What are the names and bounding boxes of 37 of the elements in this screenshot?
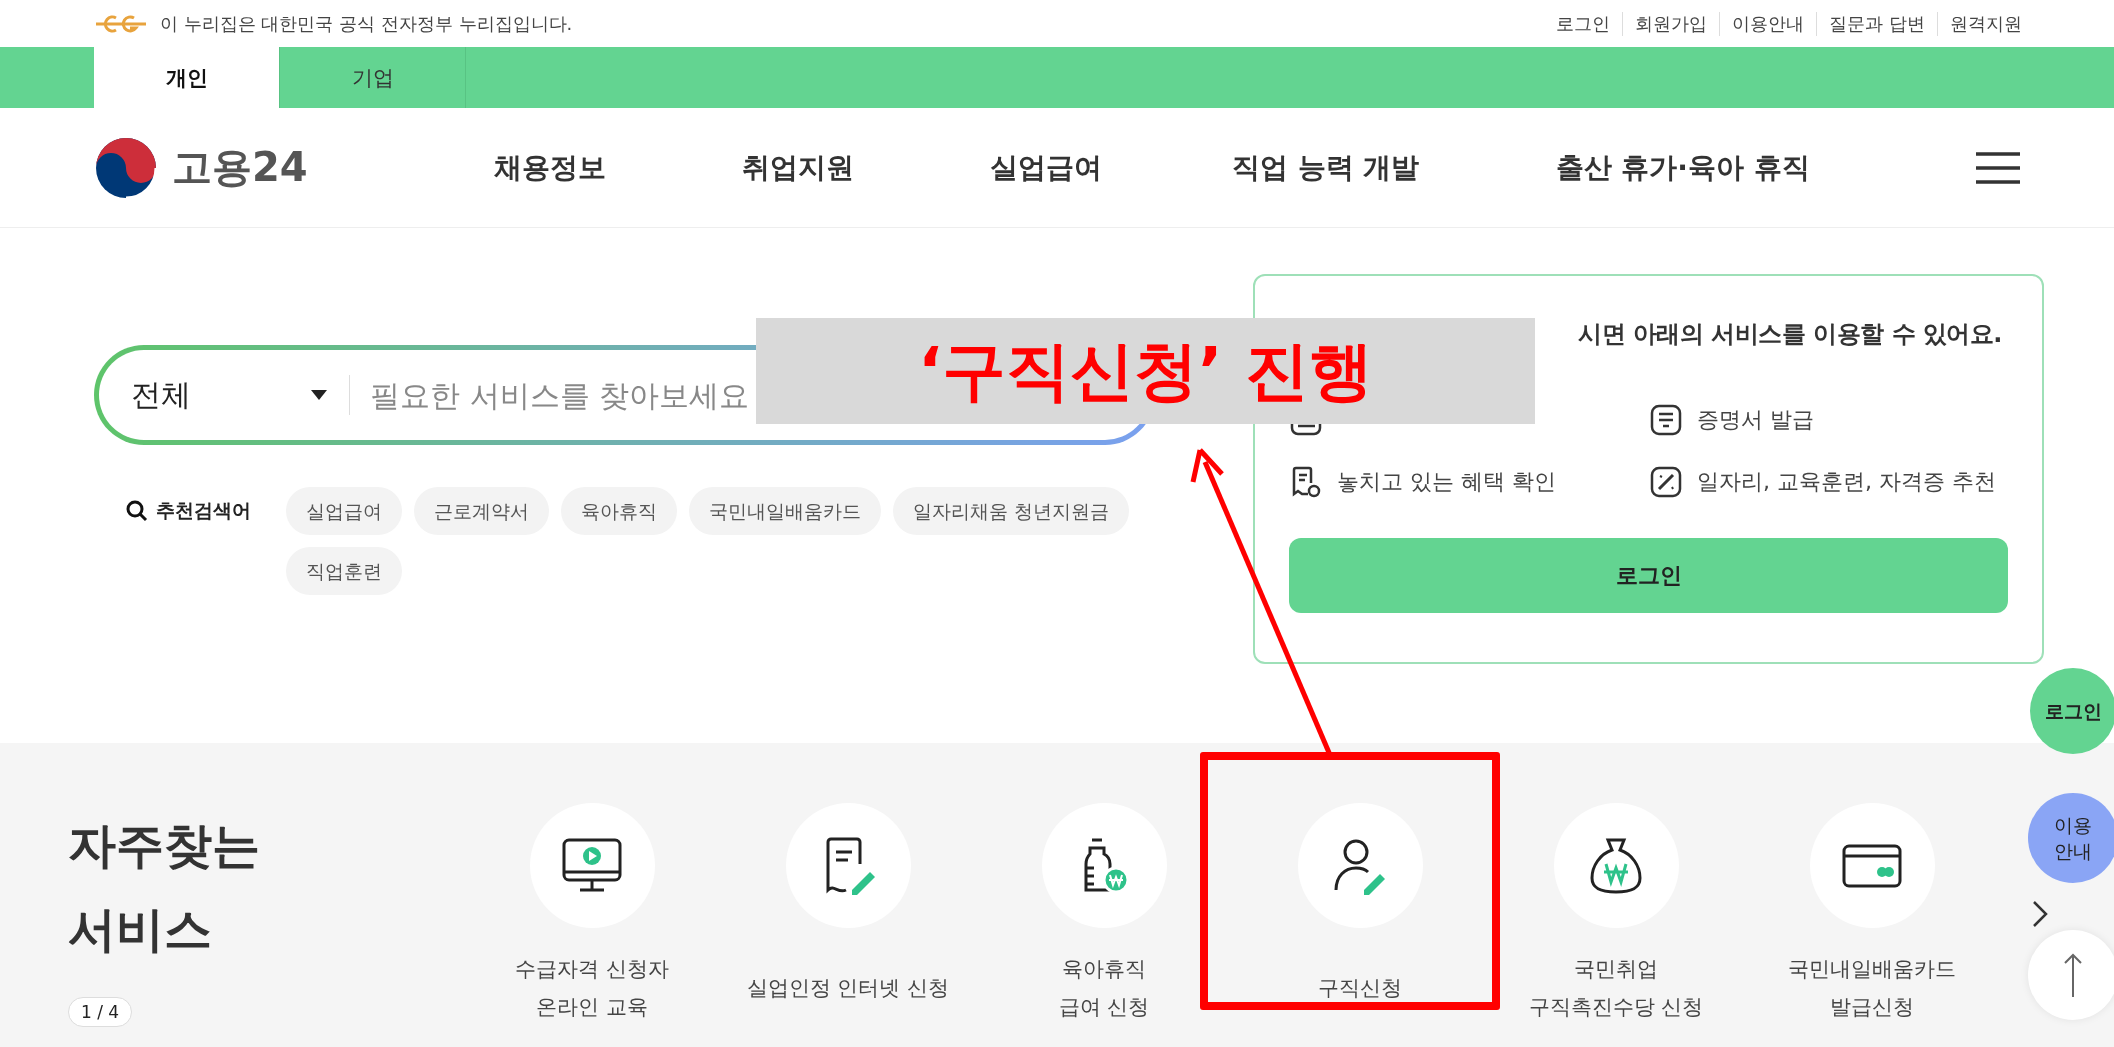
nav-item[interactable]: 직업 능력 개발 (1232, 148, 1420, 187)
service-label[interactable]: 육아휴직 급여 신청 (1058, 948, 1150, 1028)
feature-label: 증명서 발급 (1697, 406, 1814, 434)
feature-label: 놓치고 있는 혜택 확인 (1337, 468, 1556, 496)
floating-button[interactable]: 로그인 (2030, 668, 2114, 754)
recommended-label: 추천검색어 (156, 498, 251, 523)
section-title: 자주찾는 서비스 (68, 816, 261, 959)
util-link[interactable]: 로그인 (1544, 11, 1623, 36)
service-label[interactable]: 수급자격 신청자 온라인 교육 (515, 948, 669, 1028)
keyword-chip[interactable]: 직업훈련 (286, 547, 402, 595)
util-link[interactable]: 질문과 답변 (1816, 11, 1937, 36)
util-link[interactable]: 회원가입 (1622, 11, 1720, 36)
nav-item[interactable]: 출산 휴가·육아 휴직 (1555, 148, 1810, 187)
login-button[interactable]: 로그인 (1289, 538, 2008, 613)
util-link[interactable]: 이용안내 (1719, 11, 1817, 36)
keyword-chip[interactable]: 육아휴직 (561, 487, 677, 535)
audience-tab[interactable]: 개인 (94, 47, 280, 108)
service-label[interactable]: 국민취업 구직촉진수당 신청 (1528, 948, 1704, 1028)
util-link[interactable]: 원격지원 (1937, 11, 2034, 36)
service-label[interactable]: 국민내일배움카드 발급신청 (1788, 948, 1956, 1028)
notice-text: 이 누리집은 대한민국 공식 전자정부 누리집입니다. (160, 11, 573, 36)
page-indicator: 1 / 4 (68, 997, 133, 1027)
feature-label: 일자리, 교육훈련, 자격증 추천 (1697, 468, 1996, 496)
service-label[interactable]: 실업인정 인터넷 신청 (746, 948, 950, 1028)
callout-tooltip: ‘구직신청’ 진행 (756, 318, 1535, 424)
audience-tab[interactable]: 기업 (280, 47, 466, 108)
card-title: 시면 아래의 서비스를 이용할 수 있어요. (1577, 319, 2003, 350)
keyword-chip[interactable]: 일자리채움 청년지원금 (893, 487, 1130, 535)
category-select[interactable]: 전체 (131, 374, 311, 416)
nav-item[interactable]: 채용정보 (494, 148, 606, 187)
keyword-chip[interactable]: 실업급여 (286, 487, 402, 535)
service-label[interactable]: 구직신청 (1318, 948, 1402, 1028)
logo-text[interactable]: 고용24 (172, 140, 308, 195)
nav-item[interactable]: 취업지원 (742, 148, 854, 187)
keyword-chip[interactable]: 국민내일배움카드 (689, 487, 881, 535)
nav-item[interactable]: 실업급여 (990, 148, 1102, 187)
keyword-chip[interactable]: 근로계약서 (414, 487, 549, 535)
